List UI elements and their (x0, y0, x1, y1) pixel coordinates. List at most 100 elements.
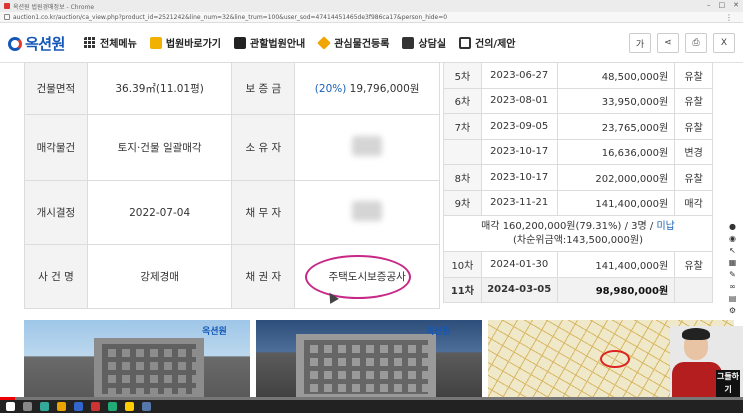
main-nav: 전체메뉴 법원바로가기 관할법원안내 관심물건등록 상담실 건의/제안 (84, 35, 515, 50)
start-icon[interactable] (6, 402, 15, 411)
bid-round: 6차 (443, 87, 482, 114)
bid-result: 유찰 (674, 251, 713, 278)
decision-value: 2022-07-04 (86, 180, 233, 245)
property-photo-2[interactable]: 옥션원 (256, 320, 482, 400)
app-icon[interactable] (40, 402, 49, 411)
print-icon: ⎙ (692, 38, 700, 48)
deposit-value: 19,796,000원 (349, 83, 420, 95)
bid-date: 2023-11-21 (480, 189, 558, 216)
search-icon[interactable] (23, 402, 32, 411)
court-icon (149, 36, 162, 49)
bid-amount: 16,636,000원 (556, 138, 676, 165)
case-name-value: 강제경매 (86, 244, 233, 309)
favicon-icon (4, 3, 10, 9)
app-icon[interactable] (91, 402, 100, 411)
owner-value (294, 114, 440, 181)
header-tools: 가 ⋖ ⎙ X (629, 33, 735, 53)
bid-amount: 202,000,000원 (556, 164, 676, 191)
share-button[interactable]: ⋖ (657, 33, 679, 53)
webcam-overlay: 그들하기 (670, 326, 743, 400)
nav-court-shortcut[interactable]: 법원바로가기 (149, 35, 221, 50)
nav-all-menu[interactable]: 전체메뉴 (84, 35, 137, 50)
map-marker-icon (600, 350, 630, 368)
window-controls[interactable]: – □ ✕ (707, 1, 739, 9)
tab-title: 옥션원 법원경매정보 - Chrome (13, 3, 95, 11)
bid-amount: 48,500,000원 (556, 62, 676, 89)
nav-suggestion[interactable]: 건의/제안 (459, 35, 515, 50)
book-icon (234, 36, 247, 49)
owner-label: 소 유 자 (231, 114, 296, 181)
bid-amount: 23,765,000원 (556, 113, 676, 140)
bid-row: 2023-10-17 16,636,000원 변경 (443, 138, 713, 165)
url-text[interactable]: auction1.co.kr/auction/ca_view.php?produ… (13, 14, 447, 21)
bid-round: 7차 (443, 113, 482, 140)
chrome-icon[interactable] (125, 402, 134, 411)
nav-label: 관할법원안내 (250, 39, 306, 50)
property-photo-1[interactable]: 옥션원 (24, 320, 250, 400)
close-window-icon[interactable]: ✕ (733, 1, 739, 9)
app-icon[interactable] (108, 402, 117, 411)
annotation-circle (305, 255, 411, 299)
debtor-label: 채 무 자 (231, 180, 296, 245)
link-icon[interactable]: ∞ (727, 282, 738, 292)
bid-date: 2023-09-05 (480, 113, 558, 140)
property-photos: 옥션원 옥션원 (24, 320, 734, 400)
close-button[interactable]: X (713, 33, 735, 53)
heart-icon (317, 35, 332, 50)
pen-icon[interactable]: ✎ (727, 270, 738, 280)
browser-title-bar: 옥션원 법원경매정보 - Chrome – □ ✕ (0, 0, 743, 12)
sale-summary-text: 매각 160,200,000원(79.31%) / 3명 / (481, 220, 657, 232)
browser-icon[interactable] (74, 402, 83, 411)
pointer-icon[interactable]: ↖ (727, 246, 738, 256)
building-area-value: 36.39㎡(11.01평) (86, 62, 233, 115)
bid-row-current: 11차 2024-03-05 98,980,000원 (443, 276, 713, 303)
bid-result (674, 276, 713, 303)
decision-label: 개시결정 (24, 180, 88, 245)
folder-icon[interactable] (57, 402, 66, 411)
site-logo[interactable]: 옥션원 (8, 33, 65, 54)
case-name-label: 사 건 명 (24, 244, 88, 309)
bid-round: 8차 (443, 164, 482, 191)
bid-date: 2023-10-17 (480, 138, 558, 165)
nav-watchlist[interactable]: 관심물건등록 (317, 35, 390, 50)
blurred-name (352, 201, 383, 221)
deposit-value-cell: (20%) 19,796,000원 (294, 62, 440, 115)
headset-icon (459, 36, 472, 49)
side-toolbar: ● ◉ ↖ ▦ ✎ ∞ ▤ ⚙ (727, 222, 739, 316)
nav-consulting[interactable]: 상담실 (402, 35, 446, 50)
site-info-icon[interactable] (4, 14, 10, 20)
minimize-icon[interactable]: – (707, 1, 711, 9)
bid-date: 2024-03-05 (480, 276, 558, 303)
nav-label: 관심물건등록 (334, 39, 390, 50)
logo-mark-icon (8, 36, 22, 51)
eraser-icon[interactable]: ▦ (727, 258, 738, 268)
bid-round (443, 138, 482, 165)
second-bid-amount: (차순위금액:143,500,000원) (513, 234, 643, 246)
settings-icon[interactable]: ⚙ (727, 306, 738, 316)
nav-label: 전체메뉴 (100, 39, 137, 50)
maximize-icon[interactable]: □ (719, 1, 726, 9)
address-bar[interactable]: auction1.co.kr/auction/ca_view.php?produ… (0, 12, 743, 23)
eye-icon[interactable]: ◉ (727, 234, 738, 244)
bid-date: 2023-10-17 (480, 164, 558, 191)
taskbar (0, 400, 743, 413)
trash-icon[interactable]: ▤ (727, 294, 738, 304)
bid-result: 유찰 (674, 113, 713, 140)
building-area-label: 건물면적 (24, 62, 88, 115)
more-menu-icon[interactable]: ⋮ (725, 13, 733, 22)
app-icon[interactable] (142, 402, 151, 411)
font-size-button[interactable]: 가 (629, 33, 651, 53)
bid-amount: 33,950,000원 (556, 87, 676, 114)
truck-icon (402, 36, 415, 49)
bid-row: 10차 2024-01-30 141,400,000원 유찰 (443, 251, 713, 278)
bid-result: 유찰 (674, 164, 713, 191)
bid-date: 2024-01-30 (480, 251, 558, 278)
bid-result: 유찰 (674, 62, 713, 89)
unpaid-status[interactable]: 미납 (656, 221, 674, 232)
print-button[interactable]: ⎙ (685, 33, 707, 53)
debtor-value (294, 180, 440, 245)
location-icon[interactable]: ● (727, 222, 738, 232)
bid-result: 매각 (674, 189, 713, 216)
nav-jurisdiction-guide[interactable]: 관할법원안내 (234, 35, 305, 50)
blurred-name (352, 136, 383, 156)
